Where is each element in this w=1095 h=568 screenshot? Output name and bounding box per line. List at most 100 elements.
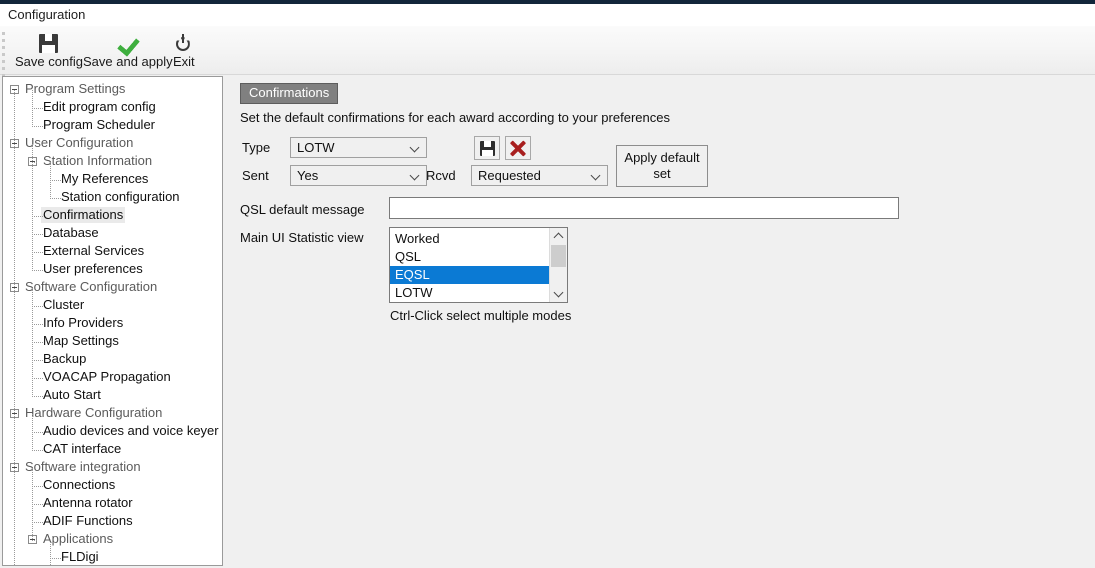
tree-connector-line [32, 306, 43, 307]
scroll-down-icon[interactable] [550, 286, 567, 302]
tree-connector-line [32, 162, 38, 163]
qsl-default-message-label: QSL default message [240, 202, 365, 217]
apply-default-set-button[interactable]: Apply default set [616, 145, 708, 187]
delete-row-button[interactable] [505, 136, 531, 160]
save-row-button[interactable] [474, 136, 500, 160]
sidebar-item-backup[interactable]: Backup [3, 351, 222, 367]
tree-connector-line [32, 324, 43, 325]
qsl-default-message-input[interactable] [389, 197, 899, 219]
configuration-window: Configuration Save config Save and apply… [0, 0, 1095, 568]
sidebar-item-user-preferences[interactable]: User preferences [3, 261, 222, 277]
sidebar-item-connections[interactable]: Connections [3, 477, 222, 493]
toolbar-grip [2, 32, 6, 77]
sidebar-item-my-references[interactable]: My References [3, 171, 222, 187]
scroll-up-icon[interactable] [550, 228, 567, 244]
sidebar-item-map-settings[interactable]: Map Settings [3, 333, 222, 349]
type-dropdown[interactable]: LOTW [290, 137, 427, 158]
sidebar-item-software-integration[interactable]: Software integration [3, 459, 222, 475]
scrollbar-thumb[interactable] [551, 245, 566, 267]
sidebar-item-cluster[interactable]: Cluster [3, 297, 222, 313]
sidebar-item-confirmations[interactable]: Confirmations [3, 207, 222, 223]
tab-strip: Confirmations [240, 83, 339, 104]
sidebar-item-info-providers[interactable]: Info Providers [3, 315, 222, 331]
sidebar-item-label: Software integration [25, 459, 141, 474]
chevron-down-icon [411, 172, 419, 180]
tree-connector-line [32, 378, 43, 379]
tree-connector-line [14, 90, 15, 565]
sidebar-item-auto-start[interactable]: Auto Start [3, 387, 222, 403]
sidebar-item-program-settings[interactable]: Program Settings [3, 81, 222, 97]
tree-connector-line [32, 540, 38, 541]
sidebar-item-station-information[interactable]: Station Information [3, 153, 222, 169]
listbox-option[interactable]: QRZCOM [390, 302, 549, 303]
exit-label: Exit [173, 54, 195, 69]
sidebar-item-audio-devices-and-voice-keyer[interactable]: Audio devices and voice keyer [3, 423, 222, 439]
tab-confirmations[interactable]: Confirmations [240, 83, 339, 104]
sidebar-item-label: Station Information [43, 153, 153, 168]
sidebar-item-user-configuration[interactable]: User Configuration [3, 135, 222, 151]
sidebar-item-station-configuration[interactable]: Station configuration [3, 189, 222, 205]
tree-connector-line [32, 342, 43, 343]
floppy-disk-icon [480, 141, 495, 156]
sent-dropdown[interactable]: Yes [290, 165, 427, 186]
rcvd-label: Rcvd [426, 168, 456, 183]
sidebar-item-cat-interface[interactable]: CAT interface [3, 441, 222, 457]
sidebar-item-software-configuration[interactable]: Software Configuration [3, 279, 222, 295]
exit-button[interactable]: Exit [166, 28, 202, 72]
statistic-view-options[interactable]: WorkedQSLEQSLLOTWQRZCOM [390, 228, 549, 303]
chevron-down-icon [592, 172, 600, 180]
listbox-option[interactable]: EQSL [390, 266, 549, 284]
type-dropdown-value: LOTW [297, 140, 335, 155]
tree-connector-line [32, 360, 43, 361]
sidebar-item-label: Backup [43, 351, 87, 366]
main-content-panel: Confirmations Set the default confirmati… [228, 76, 1095, 568]
red-x-icon [509, 140, 526, 157]
chevron-down-icon [411, 144, 419, 152]
sidebar-item-edit-program-config[interactable]: Edit program config [3, 99, 222, 115]
title-bar: Configuration [0, 4, 1095, 26]
sidebar-item-applications[interactable]: Applications [3, 531, 222, 547]
sidebar-item-label: Software Configuration [25, 279, 158, 294]
tree-connector-line [32, 126, 43, 127]
tree-connector-line [50, 198, 61, 199]
tree-connector-line [32, 234, 43, 235]
sidebar-item-program-scheduler[interactable]: Program Scheduler [3, 117, 222, 133]
listbox-option[interactable]: Worked [390, 230, 549, 248]
sent-dropdown-value: Yes [297, 168, 319, 183]
sidebar-item-database[interactable]: Database [3, 225, 222, 241]
main-ui-statistic-view-label: Main UI Statistic view [240, 230, 364, 245]
tree-connector-line [50, 558, 61, 559]
tree-connector-line [32, 486, 43, 487]
sidebar-item-antenna-rotator[interactable]: Antenna rotator [3, 495, 222, 511]
sidebar-item-fldigi[interactable]: FLDigi [3, 549, 222, 565]
green-check-icon [117, 32, 139, 54]
type-label: Type [242, 140, 271, 155]
sidebar-item-external-services[interactable]: External Services [3, 243, 222, 259]
statistic-view-listbox[interactable]: WorkedQSLEQSLLOTWQRZCOM [389, 227, 568, 303]
tree-connector-line [50, 540, 51, 565]
sidebar-item-label: Auto Start [43, 387, 101, 402]
sidebar-item-label: Hardware Configuration [25, 405, 163, 420]
sidebar-item-label: Confirmations [41, 207, 126, 223]
sent-label: Sent [242, 168, 269, 183]
tree-connector-line [32, 504, 43, 505]
tree-connector-line [32, 432, 43, 433]
panel-description: Set the default confirmations for each a… [240, 110, 670, 125]
sidebar-item-voacap-propagation[interactable]: VOACAP Propagation [3, 369, 222, 385]
navigation-tree[interactable]: Program Settings Edit program config Progr… [2, 76, 223, 566]
listbox-scrollbar[interactable] [549, 228, 567, 302]
main-toolbar: Save config Save and apply Exit [0, 26, 1095, 77]
sidebar-item-label: Antenna rotator [43, 495, 133, 510]
rcvd-dropdown[interactable]: Requested [471, 165, 608, 186]
sidebar-item-label: Map Settings [43, 333, 119, 348]
sidebar-item-adif-functions[interactable]: ADIF Functions [3, 513, 222, 529]
listbox-option[interactable]: QSL [390, 248, 549, 266]
sidebar-item-label: Cluster [43, 297, 85, 312]
sidebar-item-label: Audio devices and voice keyer [43, 423, 219, 438]
multi-select-hint: Ctrl-Click select multiple modes [390, 308, 572, 323]
sidebar-item-hardware-configuration[interactable]: Hardware Configuration [3, 405, 222, 421]
listbox-option[interactable]: LOTW [390, 284, 549, 302]
save-and-apply-button[interactable]: Save and apply [76, 28, 180, 72]
sidebar-item-label: FLDigi [61, 549, 99, 564]
sidebar-item-label: ADIF Functions [43, 513, 133, 528]
